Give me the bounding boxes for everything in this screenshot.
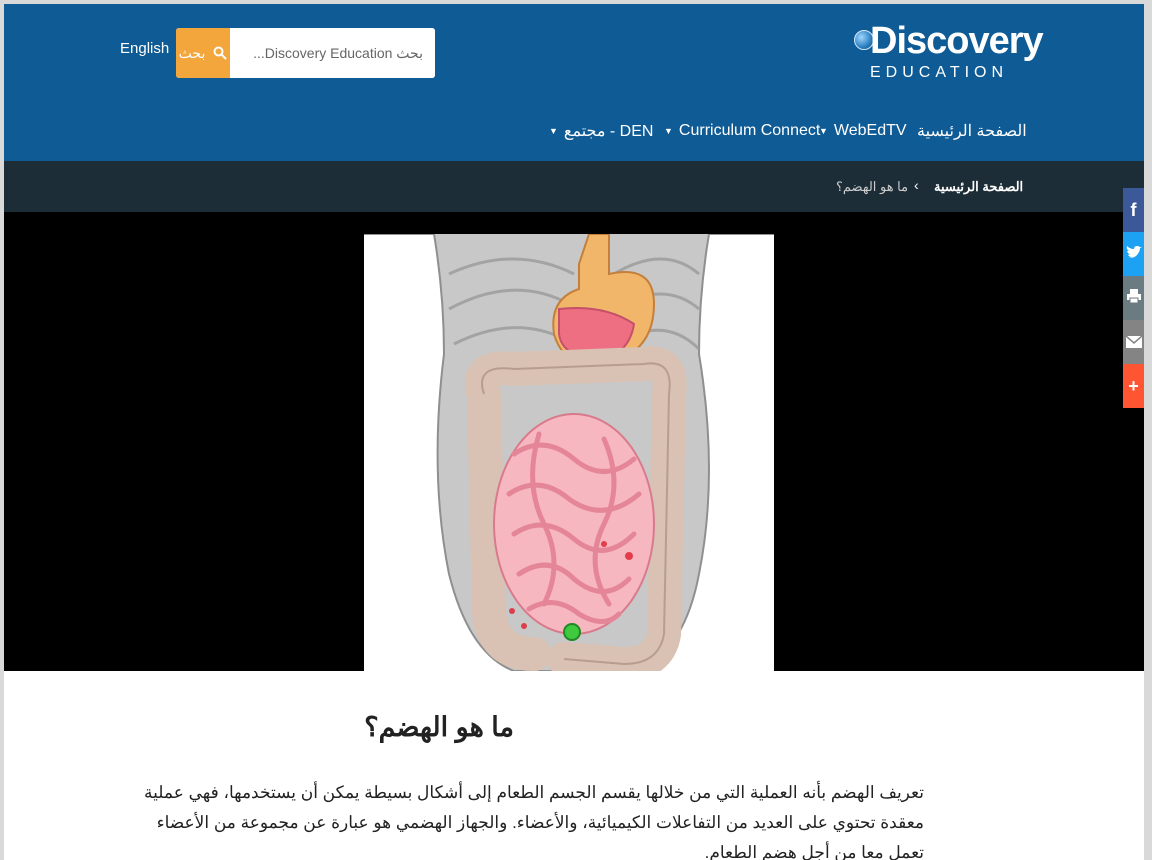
article-title: ما هو الهضم؟: [364, 712, 514, 742]
breadcrumb-separator: ‹: [914, 177, 919, 193]
discovery-education-logo[interactable]: Discovery EDUCATION: [852, 20, 1044, 90]
caret-down-icon: ▼: [549, 126, 558, 136]
digestive-system-image: [364, 234, 774, 671]
email-icon: [1125, 332, 1142, 353]
search-button[interactable]: بحث: [176, 28, 230, 78]
video-player[interactable]: [4, 212, 1144, 671]
print-icon: [1126, 288, 1142, 309]
digestive-system-illustration: [364, 234, 774, 671]
search-box: بحث: [176, 28, 435, 78]
more-share-button[interactable]: +: [1123, 364, 1144, 408]
email-share-button[interactable]: [1123, 320, 1144, 364]
breadcrumb: الصفحة الرئيسية ‹ ما هو الهضم؟: [4, 161, 1144, 212]
caret-down-icon: ▼: [664, 126, 673, 136]
breadcrumb-current: ما هو الهضم؟: [836, 179, 909, 194]
print-button[interactable]: [1123, 276, 1144, 320]
facebook-icon: f: [1130, 199, 1137, 220]
social-share-bar: f +: [1123, 188, 1144, 408]
nav-item-webedtv[interactable]: ▼ WebEdTV: [819, 122, 907, 140]
nav-item-label: WebEdTV: [833, 122, 907, 139]
article-paragraph: تعريف الهضم بأنه العملية التي من خلالها …: [144, 783, 924, 860]
nav-item-home[interactable]: الصفحة الرئيسية: [917, 121, 1027, 141]
twitter-icon: [1126, 244, 1142, 265]
logo-subtitle: EDUCATION: [870, 64, 1009, 81]
page-frame: English بحث Discovery EDUCATION الصفحة ا…: [4, 4, 1144, 860]
plus-icon: +: [1128, 375, 1139, 396]
search-input[interactable]: [230, 28, 435, 78]
nav-item-den-community[interactable]: ▼ مجتمع - DEN: [549, 121, 653, 141]
language-link[interactable]: English: [120, 40, 169, 57]
caret-down-icon: ▼: [819, 126, 828, 136]
nav-item-label: Curriculum Connect: [678, 122, 821, 139]
search-icon: [213, 46, 228, 60]
search-button-label: بحث: [178, 44, 206, 61]
nav-item-label: مجتمع - DEN: [563, 123, 654, 140]
logo-word: Discovery: [870, 20, 1044, 62]
facebook-share-button[interactable]: f: [1123, 188, 1144, 232]
twitter-share-button[interactable]: [1123, 232, 1144, 276]
site-header: English بحث Discovery EDUCATION الصفحة ا…: [4, 4, 1144, 161]
nav-item-curriculum-connect[interactable]: ▼ Curriculum Connect: [664, 122, 820, 140]
breadcrumb-home-link[interactable]: الصفحة الرئيسية: [934, 179, 1023, 195]
nav-item-label: الصفحة الرئيسية: [917, 123, 1027, 140]
